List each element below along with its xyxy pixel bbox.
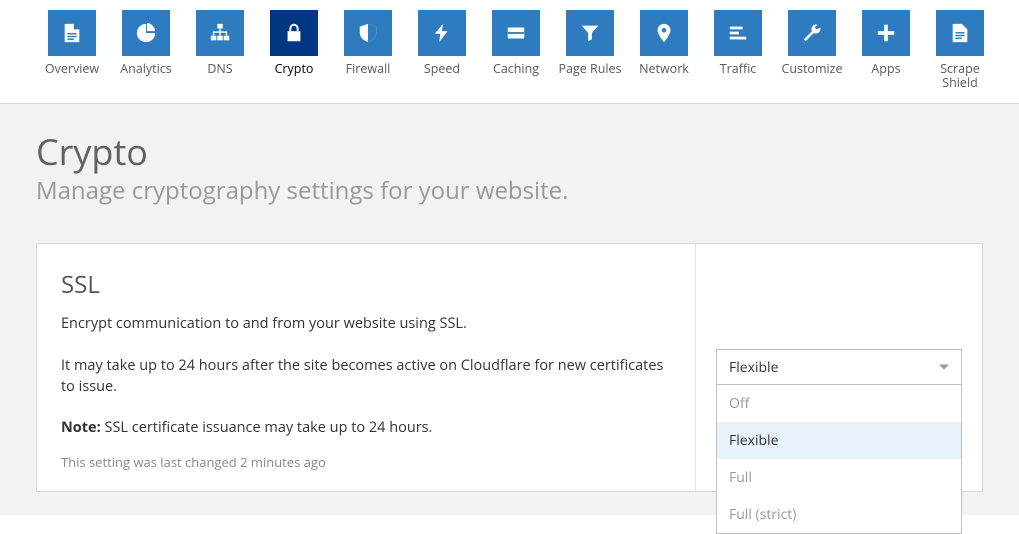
ssl-mode-dropdown: OffFlexibleFullFull (strict) (716, 385, 962, 534)
ssl-last-changed: This setting was last changed 2 minutes … (61, 453, 671, 471)
nav-label-dns: DNS (207, 62, 232, 76)
pin-icon (640, 10, 688, 56)
ssl-card-right: Flexible OffFlexibleFullFull (strict) (696, 244, 982, 491)
wrench-icon (788, 10, 836, 56)
list-icon (714, 10, 762, 56)
lock-icon (270, 10, 318, 56)
file-icon (48, 10, 96, 56)
ssl-option-full-strict[interactable]: Full (strict) (717, 496, 961, 533)
pie-icon (122, 10, 170, 56)
nav-item-apps[interactable]: Apps (862, 10, 910, 103)
nav-label-traffic: Traffic (720, 62, 757, 76)
ssl-card: SSL Encrypt communication to and from yo… (36, 243, 983, 492)
nav-item-analytics[interactable]: Analytics (122, 10, 170, 103)
nav-label-analytics: Analytics (120, 62, 172, 76)
ssl-description: Encrypt communication to and from your w… (61, 313, 671, 335)
nav-item-dns[interactable]: DNS (196, 10, 244, 103)
plus-icon (862, 10, 910, 56)
ssl-note: Note: SSL certificate issuance may take … (61, 418, 671, 437)
ssl-option-flexible[interactable]: Flexible (717, 422, 961, 459)
filter-icon (566, 10, 614, 56)
nav-label-apps: Apps (871, 62, 900, 76)
shield-icon (344, 10, 392, 56)
nav-label-network: Network (639, 62, 689, 76)
ssl-note-text: SSL certificate issuance may take up to … (101, 418, 433, 437)
ssl-timing-note: It may take up to 24 hours after the sit… (61, 355, 671, 399)
ssl-option-full[interactable]: Full (717, 459, 961, 496)
doc-icon (936, 10, 984, 56)
bolt-icon (418, 10, 466, 56)
nav-label-scrape-shield: Scrape Shield (930, 62, 990, 91)
ssl-card-left: SSL Encrypt communication to and from yo… (37, 244, 696, 491)
nav-label-crypto: Crypto (275, 62, 314, 76)
nav-item-scrape-shield[interactable]: Scrape Shield (936, 10, 984, 103)
sitemap-icon (196, 10, 244, 56)
nav-item-speed[interactable]: Speed (418, 10, 466, 103)
ssl-section-title: SSL (61, 268, 671, 301)
nav-item-customize[interactable]: Customize (788, 10, 836, 103)
top-nav: Overview Analytics DNS Crypto Firewall Speed C… (0, 0, 1019, 104)
nav-label-overview: Overview (45, 62, 99, 76)
ssl-note-label: Note: (61, 418, 101, 437)
nav-label-speed: Speed (424, 62, 460, 76)
nav-item-firewall[interactable]: Firewall (344, 10, 392, 103)
ssl-mode-select[interactable]: Flexible (716, 349, 962, 385)
ssl-select-wrap: Flexible OffFlexibleFullFull (strict) (716, 349, 962, 385)
drive-icon (492, 10, 540, 56)
page-body: Crypto Manage cryptography settings for … (0, 104, 1019, 515)
nav-item-crypto[interactable]: Crypto (270, 10, 318, 103)
nav-label-customize: Customize (781, 62, 842, 76)
nav-item-network[interactable]: Network (640, 10, 688, 103)
nav-item-caching[interactable]: Caching (492, 10, 540, 103)
ssl-mode-selected-label: Flexible (729, 358, 778, 377)
nav-item-page-rules[interactable]: Page Rules (566, 10, 614, 103)
ssl-option-off[interactable]: Off (717, 385, 961, 422)
nav-label-caching: Caching (493, 62, 539, 76)
nav-label-firewall: Firewall (346, 62, 391, 76)
nav-item-overview[interactable]: Overview (48, 10, 96, 103)
caret-down-icon (939, 365, 949, 370)
nav-label-page-rules: Page Rules (558, 62, 621, 76)
page-title: Crypto (36, 134, 983, 170)
nav-item-traffic[interactable]: Traffic (714, 10, 762, 103)
page-subtitle: Manage cryptography settings for your we… (36, 174, 983, 207)
